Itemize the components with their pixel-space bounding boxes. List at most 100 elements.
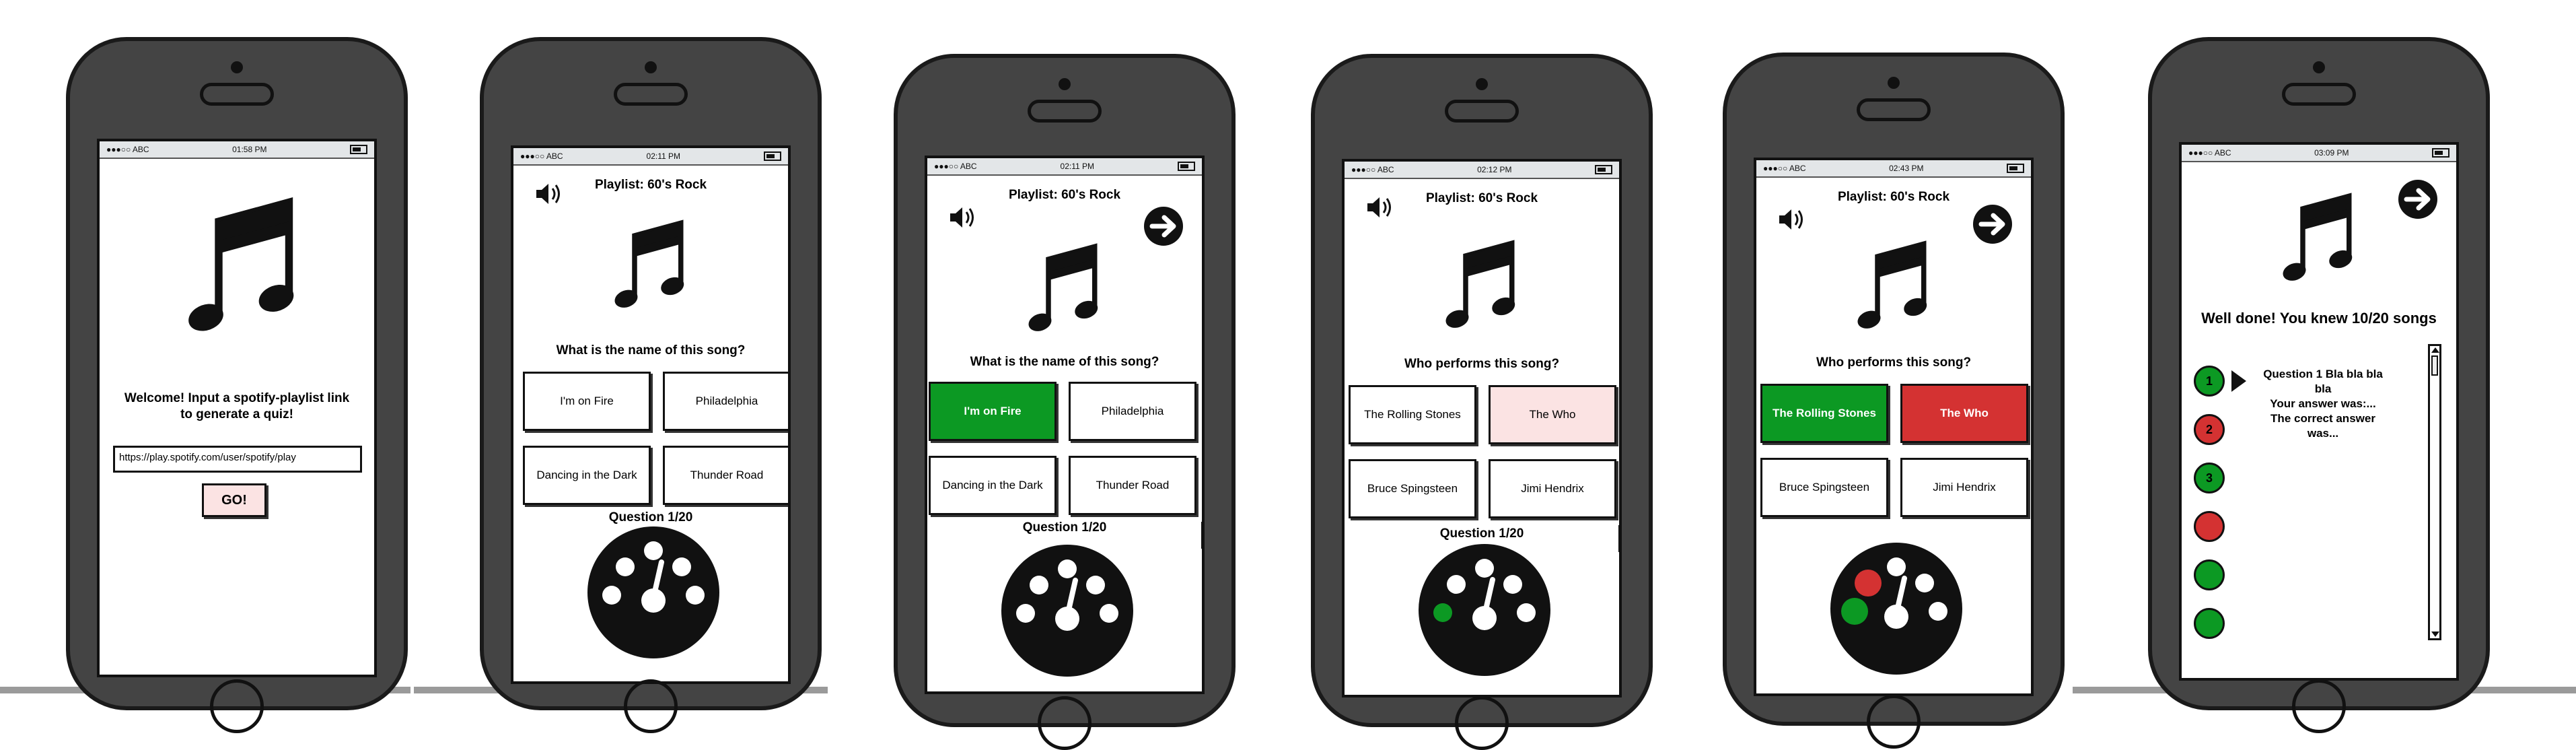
answer-button[interactable]: Bruce Spingsteen xyxy=(1760,458,1888,517)
battery-icon xyxy=(1177,162,1195,171)
result-detail: Question 1 Bla bla bla bla Your answer w… xyxy=(2256,367,2390,441)
scroll-up-icon[interactable] xyxy=(2431,347,2439,353)
question-counter: Question 1/20 xyxy=(608,510,693,524)
results-summary: Well done! You knew 10/20 songs xyxy=(2201,310,2437,327)
phone-quiz-performer: ●●●○○ ABC 02:12 PM Playlist: 60's Rock W… xyxy=(1311,54,1653,750)
camera xyxy=(645,61,657,73)
screen: ●●●○○ ABC 02:12 PM Playlist: 60's Rock W… xyxy=(1342,159,1622,697)
speaker-icon[interactable] xyxy=(1365,194,1396,221)
answer-button[interactable]: Bruce Spingsteen xyxy=(1349,459,1476,518)
music-note-icon xyxy=(2283,193,2353,281)
carrier-label: ●●●○○ ABC xyxy=(1763,164,1806,173)
question-counter: Question 1/20 xyxy=(1022,520,1107,535)
welcome-line-2: to generate a quiz! xyxy=(180,407,293,421)
home-button[interactable] xyxy=(2292,679,2346,733)
carrier-label: ●●●○○ ABC xyxy=(1351,165,1394,174)
result-item-wrong[interactable] xyxy=(2194,511,2225,542)
earpiece xyxy=(2282,83,2356,106)
answer-button-selected[interactable]: The Who xyxy=(1489,385,1616,444)
status-bar: ●●●○○ ABC 02:11 PM xyxy=(927,158,1202,176)
earpiece xyxy=(1857,98,1931,121)
clock: 02:11 PM xyxy=(646,151,681,161)
battery-icon xyxy=(350,145,367,154)
camera xyxy=(1476,78,1488,90)
divider xyxy=(1618,525,1619,552)
answer-button[interactable]: Philadelphia xyxy=(663,372,788,431)
status-bar: ●●●○○ ABC 03:09 PM xyxy=(2182,145,2456,162)
divider xyxy=(1201,522,1202,549)
screen: ●●●○○ ABC 02:11 PM Playlist: 60's Rock W… xyxy=(511,145,791,684)
result-item-wrong[interactable]: 2 xyxy=(2194,414,2225,445)
status-bar: ●●●○○ ABC 02:12 PM xyxy=(1345,162,1619,179)
battery-icon xyxy=(2432,148,2449,158)
next-arrow-icon[interactable] xyxy=(1143,205,1184,247)
camera xyxy=(231,61,243,73)
earpiece xyxy=(1445,100,1519,123)
result-detail-line: Your answer was:... xyxy=(2270,397,2376,410)
answer-button[interactable]: Jimi Hendrix xyxy=(1900,458,2028,517)
camera xyxy=(1059,78,1071,90)
result-item-correct[interactable]: 1 xyxy=(2194,366,2225,397)
answer-button-correct[interactable]: The Rolling Stones xyxy=(1760,384,1888,443)
scrollbar[interactable] xyxy=(2428,344,2441,640)
timer-dial-icon xyxy=(1830,543,1962,675)
speaker-icon[interactable] xyxy=(1777,206,1808,233)
camera xyxy=(2313,61,2325,73)
answer-button[interactable]: The Rolling Stones xyxy=(1349,385,1476,444)
home-button[interactable] xyxy=(210,679,264,733)
question-text: Who performs this song? xyxy=(1816,355,1972,370)
music-note-icon xyxy=(1857,240,1927,329)
carrier-label: ●●●○○ ABC xyxy=(106,145,149,154)
answer-button[interactable]: Philadelphia xyxy=(1069,382,1196,441)
camera xyxy=(1888,77,1900,89)
home-button[interactable] xyxy=(1455,696,1509,750)
scroll-down-icon[interactable] xyxy=(2431,632,2439,637)
home-button[interactable] xyxy=(1038,696,1092,750)
answer-button[interactable]: Dancing in the Dark xyxy=(523,446,651,505)
music-note-icon xyxy=(1028,243,1098,331)
phone-quiz-performer-wrong: ●●●○○ ABC 02:43 PM Playlist: 60's Rock W… xyxy=(1723,53,2065,749)
scroll-thumb[interactable] xyxy=(2431,355,2438,376)
answer-button-correct[interactable]: I'm on Fire xyxy=(929,382,1057,441)
phone-welcome: ●●●○○ ABC 01:58 PM Welcome! Input a spot… xyxy=(66,37,408,733)
clock: 02:12 PM xyxy=(1477,165,1512,174)
carrier-label: ●●●○○ ABC xyxy=(2188,148,2231,158)
earpiece xyxy=(200,83,274,106)
question-text: Who performs this song? xyxy=(1404,357,1560,371)
home-button[interactable] xyxy=(1867,695,1921,749)
answer-button-wrong[interactable]: The Who xyxy=(1900,384,2028,443)
music-note-icon xyxy=(614,219,684,308)
result-detail-line: The correct answer was... xyxy=(2270,412,2375,440)
clock: 03:09 PM xyxy=(2314,148,2349,158)
timer-dial-icon xyxy=(587,526,719,658)
status-bar: ●●●○○ ABC 01:58 PM xyxy=(100,141,374,159)
phone-quiz-name-correct: ●●●○○ ABC 02:11 PM Playlist: 60's Rock W… xyxy=(894,54,1236,750)
answer-button[interactable]: Thunder Road xyxy=(1069,456,1196,515)
earpiece xyxy=(614,83,688,106)
screen: ●●●○○ ABC 02:11 PM Playlist: 60's Rock W… xyxy=(925,156,1205,694)
answer-button[interactable]: Jimi Hendrix xyxy=(1489,459,1616,518)
timer-dial-icon xyxy=(1419,544,1550,676)
screen: ●●●○○ ABC 01:58 PM Welcome! Input a spot… xyxy=(97,139,377,677)
next-arrow-icon[interactable] xyxy=(1972,203,2013,245)
result-item-correct[interactable] xyxy=(2194,559,2225,590)
playlist-url-input[interactable]: https://play.spotify.com/user/spotify/pl… xyxy=(113,446,362,473)
speaker-icon[interactable] xyxy=(534,180,565,207)
carrier-label: ●●●○○ ABC xyxy=(520,151,563,161)
screen: ●●●○○ ABC 02:43 PM Playlist: 60's Rock W… xyxy=(1754,158,2034,696)
battery-icon xyxy=(2007,164,2024,173)
answer-button[interactable]: I'm on Fire xyxy=(523,372,651,431)
go-button[interactable]: GO! xyxy=(202,483,266,517)
next-arrow-icon[interactable] xyxy=(2397,178,2439,220)
result-item-correct[interactable]: 3 xyxy=(2194,463,2225,493)
answer-button[interactable]: Thunder Road xyxy=(663,446,788,505)
clock: 01:58 PM xyxy=(232,145,267,154)
home-button[interactable] xyxy=(624,679,678,733)
result-item-correct[interactable] xyxy=(2194,608,2225,639)
phone-quiz-name: ●●●○○ ABC 02:11 PM Playlist: 60's Rock W… xyxy=(480,37,822,733)
speaker-icon[interactable] xyxy=(947,204,978,231)
question-counter: Question 1/20 xyxy=(1439,526,1524,541)
screen: ●●●○○ ABC 03:09 PM Well done! You knew 1… xyxy=(2179,142,2459,681)
status-bar: ●●●○○ ABC 02:43 PM xyxy=(1756,160,2031,178)
answer-button[interactable]: Dancing in the Dark xyxy=(929,456,1057,515)
